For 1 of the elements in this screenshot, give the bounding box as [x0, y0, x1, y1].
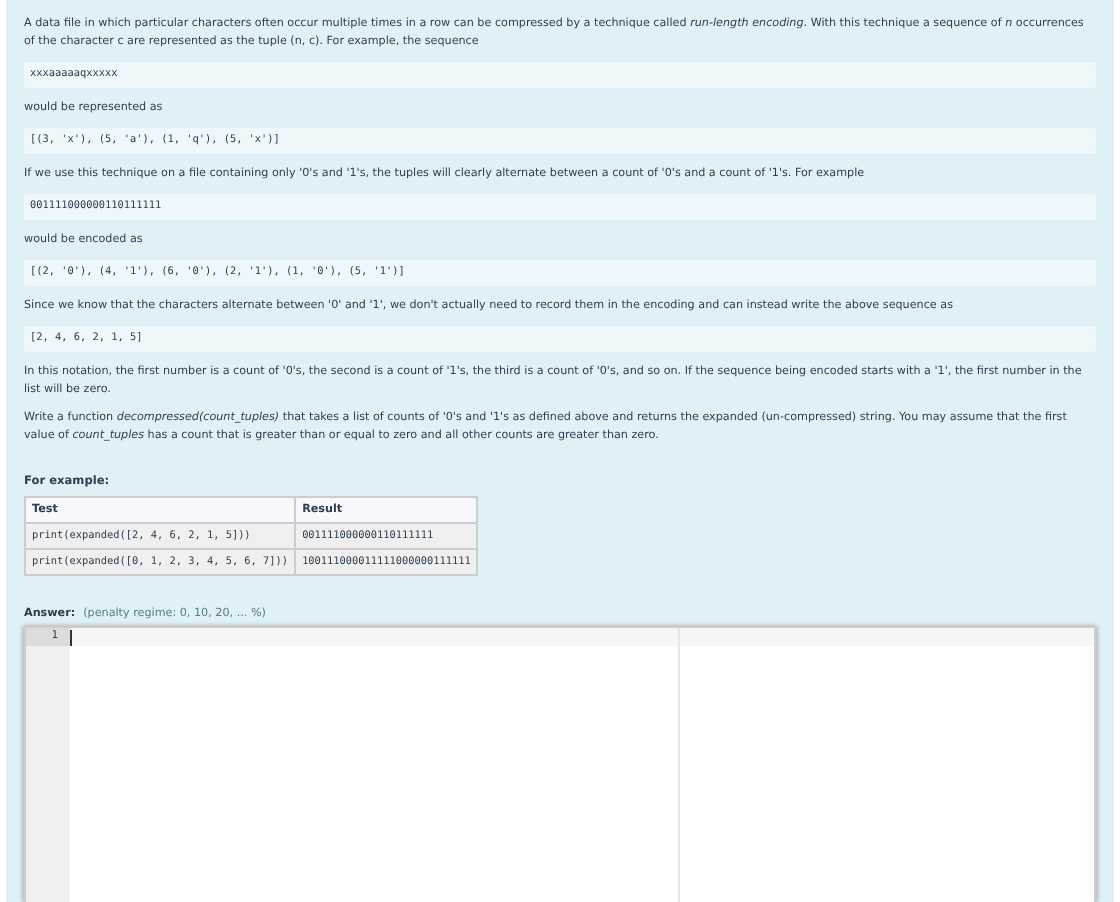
text-cursor — [70, 629, 72, 645]
